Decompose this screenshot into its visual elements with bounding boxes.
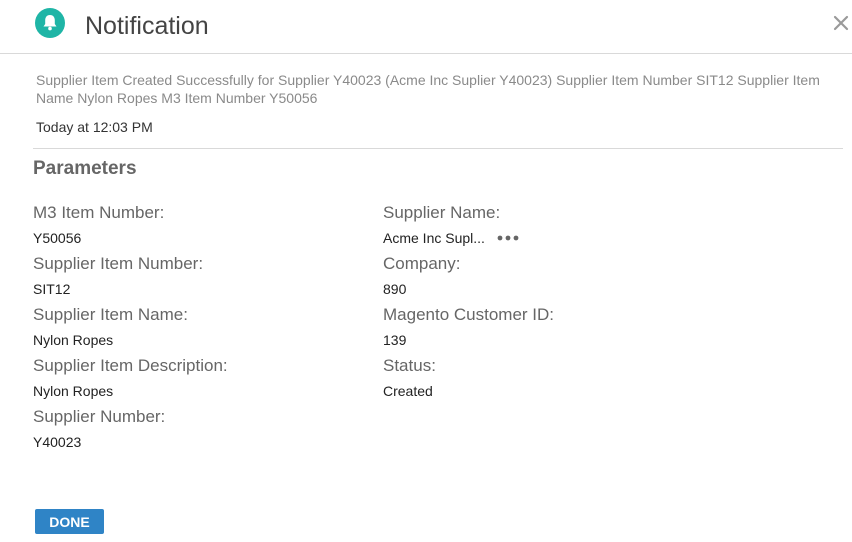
param-value: 139 (383, 332, 407, 348)
param-company: Company: 890 (383, 254, 460, 298)
notification-message: Supplier Item Created Successfully for S… (36, 72, 820, 106)
more-icon[interactable] (497, 233, 519, 243)
param-supplier-item-description: Supplier Item Description: Nylon Ropes (33, 356, 228, 400)
param-m3-item-number: M3 Item Number: Y50056 (33, 203, 164, 247)
done-button[interactable]: DONE (35, 509, 104, 534)
param-label: Company: (383, 254, 461, 273)
notification-timestamp: Today at 12:03 PM (36, 119, 153, 135)
param-status: Status: Created (383, 356, 436, 400)
param-value: SIT12 (33, 281, 71, 297)
param-supplier-item-name: Supplier Item Name: Nylon Ropes (33, 305, 188, 349)
param-supplier-item-number: Supplier Item Number: SIT12 (33, 254, 203, 298)
param-value: Y40023 (33, 434, 82, 450)
param-value: Created (383, 383, 433, 399)
param-supplier-number: Supplier Number: Y40023 (33, 407, 165, 451)
bell-icon (35, 8, 65, 38)
param-label: Supplier Item Name: (33, 305, 188, 324)
param-label: M3 Item Number: (33, 203, 165, 222)
param-magento-customer-id: Magento Customer ID: 139 (383, 305, 554, 349)
param-value: Nylon Ropes (33, 332, 114, 348)
param-label: Supplier Name: (383, 203, 501, 222)
param-label: Magento Customer ID: (383, 305, 555, 324)
param-value: Y50056 (33, 230, 82, 246)
param-label: Status: (383, 356, 436, 375)
param-value: Nylon Ropes (33, 383, 114, 399)
param-label: Supplier Item Description: (33, 356, 228, 375)
notification-header: Notification (0, 0, 852, 54)
param-label: Supplier Item Number: (33, 254, 204, 273)
param-supplier-name: Supplier Name: Acme Inc Supl... (383, 203, 519, 247)
parameters-title: Parameters (33, 158, 137, 179)
param-value-row: Acme Inc Supl... (383, 229, 519, 247)
close-icon[interactable] (829, 12, 852, 36)
divider (33, 148, 843, 149)
param-value: 890 (383, 281, 407, 297)
param-label: Supplier Number: (33, 407, 166, 426)
param-value: Acme Inc Supl... (383, 230, 485, 246)
dialog-title: Notification (85, 12, 209, 40)
